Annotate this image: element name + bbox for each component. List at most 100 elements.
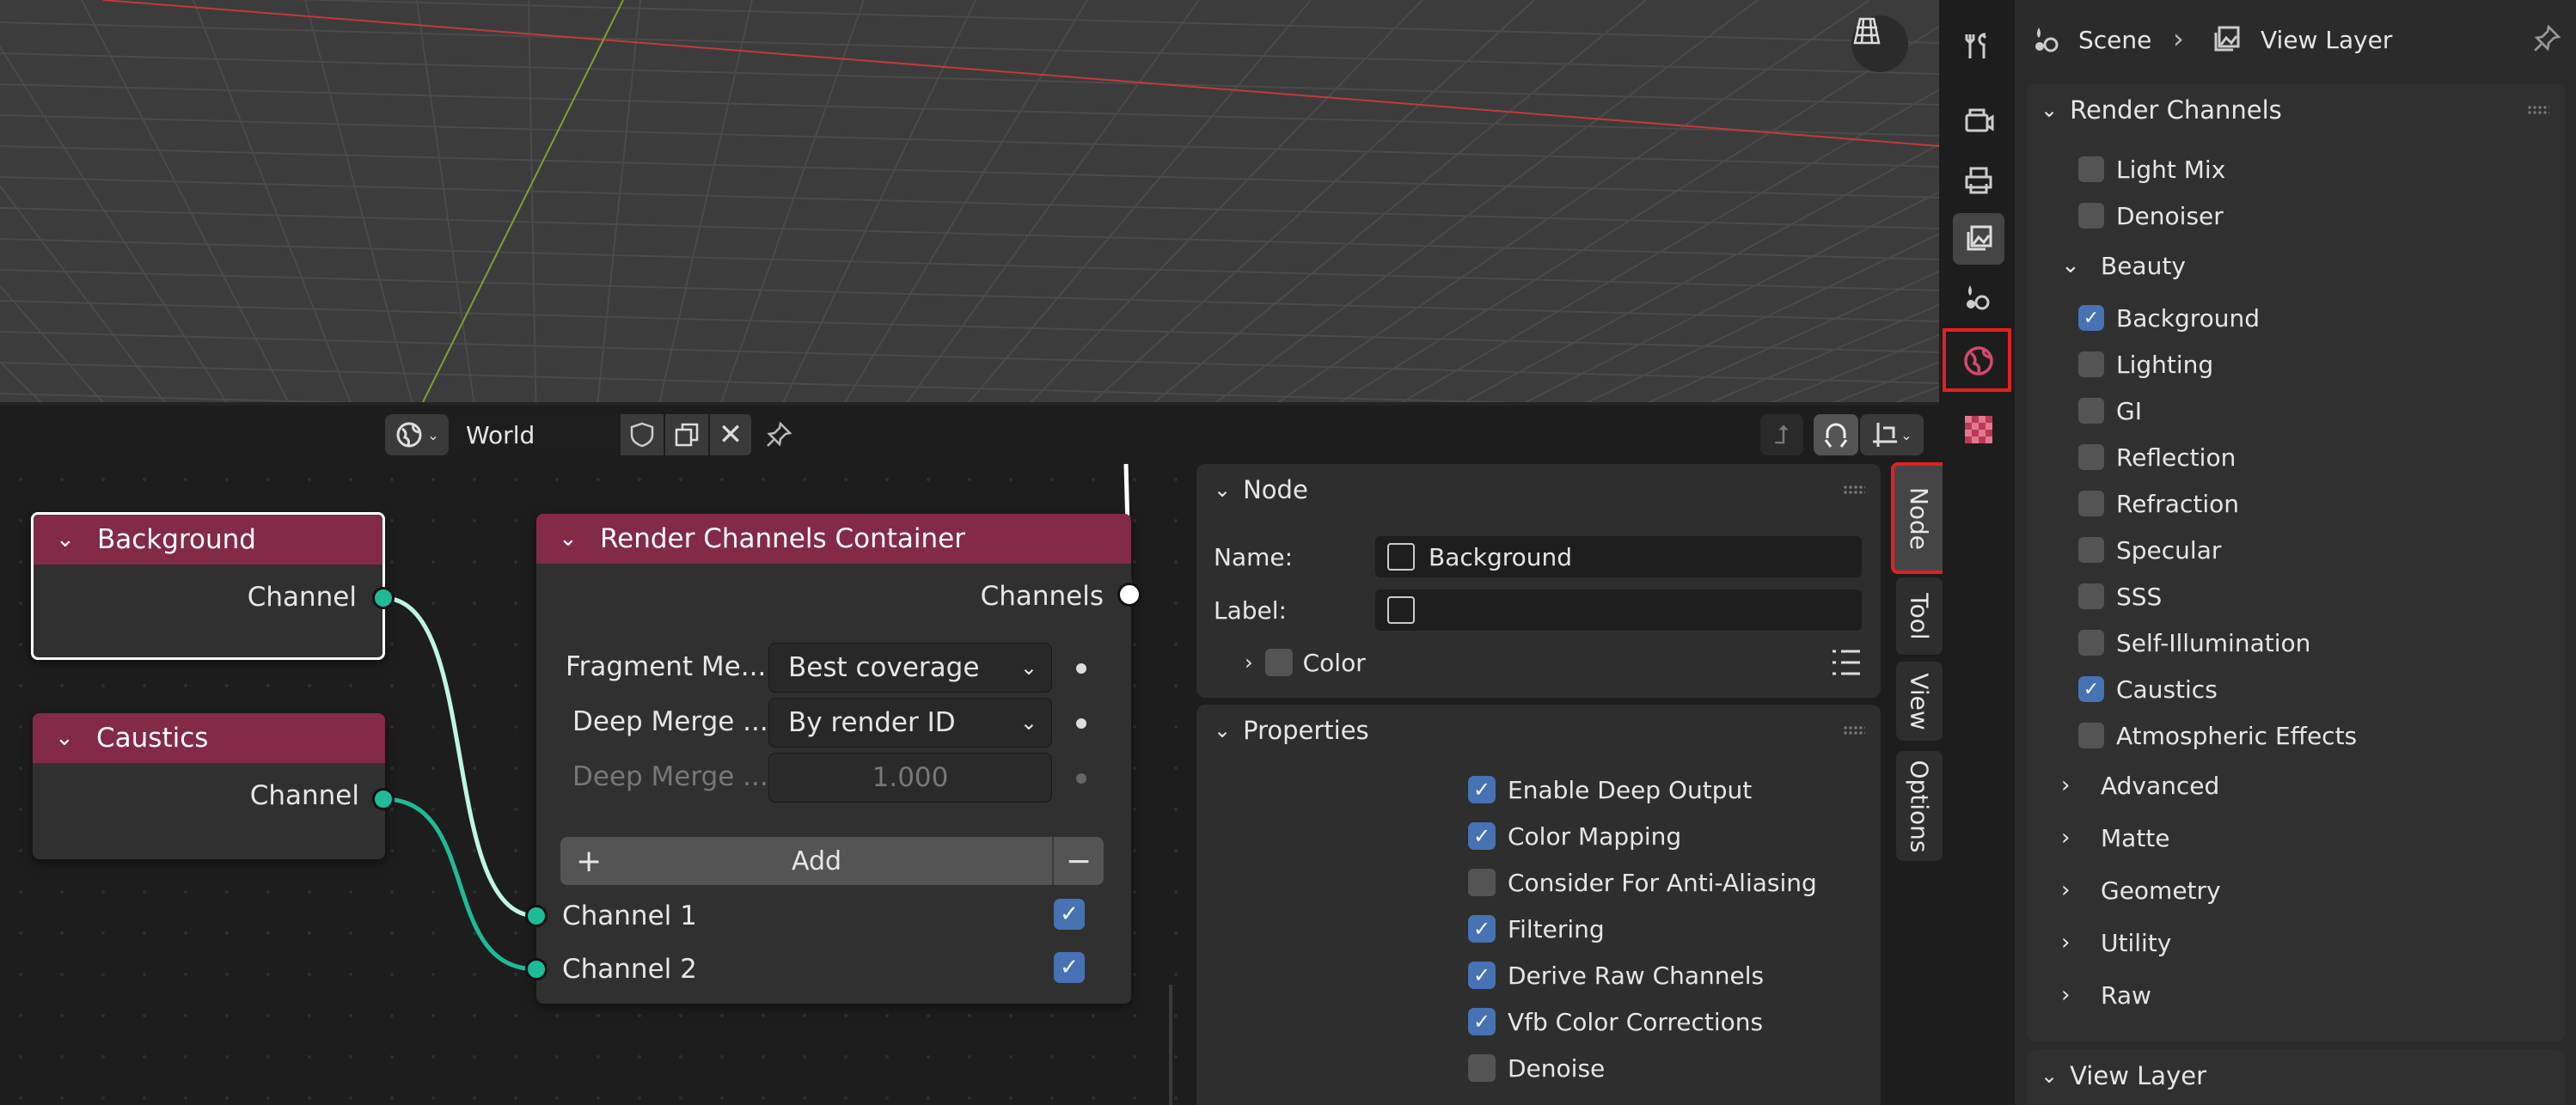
view-layer-tab[interactable] — [1953, 213, 2004, 265]
property-option[interactable]: ✓ Vfb Color Corrections — [1468, 998, 1763, 1045]
render-tab[interactable] — [1953, 95, 2004, 146]
channel-group-header[interactable]: › Advanced — [2061, 762, 2219, 809]
render-channel-item[interactable]: Lighting — [2078, 341, 2213, 388]
channel-group-header[interactable]: › Utility — [2061, 919, 2171, 966]
drag-grip-icon[interactable] — [1843, 485, 1865, 495]
option-checkbox[interactable]: ✓ — [1468, 1008, 1496, 1035]
property-option[interactable]: ✓ Filtering — [1468, 906, 1605, 952]
render-channel-item[interactable]: Self-Illumination — [2078, 620, 2310, 666]
channel-checkbox[interactable]: ✓ — [2078, 305, 2104, 331]
render-channel-item[interactable]: Specular — [2078, 527, 2221, 573]
drag-grip-icon[interactable] — [2527, 105, 2549, 115]
channel-group-header[interactable]: › Geometry — [2061, 867, 2221, 913]
scene-tab[interactable] — [1953, 272, 2004, 323]
world-tab-highlight[interactable] — [1943, 328, 2011, 392]
background-output-socket[interactable] — [372, 587, 395, 609]
channel-checkbox[interactable] — [2078, 583, 2104, 609]
channel-group-header[interactable]: › Matte — [2061, 815, 2170, 861]
fragment-merge-dropdown[interactable]: Best coverage ⌄ — [768, 643, 1052, 693]
node-name-field[interactable]: Background — [1375, 536, 1862, 577]
option-checkbox[interactable] — [1468, 869, 1496, 896]
option-checkbox[interactable]: ✓ — [1468, 776, 1496, 803]
channel-checkbox[interactable] — [2078, 156, 2104, 182]
deep-merge-coefficient-field[interactable]: 1.000 — [768, 753, 1052, 803]
color-toggle-checkbox[interactable] — [1264, 649, 1293, 676]
render-channel-item[interactable]: Refraction — [2078, 480, 2239, 527]
3d-viewport[interactable] — [0, 0, 1939, 406]
channel-checkbox[interactable] — [2078, 491, 2104, 516]
channel-checkbox[interactable] — [2078, 398, 2104, 424]
tool-tab[interactable] — [1953, 21, 2004, 72]
channel-checkbox[interactable]: ✓ — [2078, 676, 2104, 702]
snap-target-dropdown[interactable]: ⌄ — [1860, 414, 1924, 455]
channel-label: Caustics — [2116, 675, 2218, 704]
tab-view[interactable]: View — [1896, 662, 1943, 741]
caustics-output-socket[interactable] — [372, 788, 395, 810]
render-channels-container-node[interactable]: ⌄ Render Channels Container Channels Frag… — [536, 514, 1131, 1004]
channel-1-checkbox[interactable]: ✓ — [1054, 899, 1085, 930]
color-subpanel-header[interactable]: › Color — [1245, 639, 1863, 686]
channel-2-checkbox[interactable]: ✓ — [1054, 952, 1085, 983]
view-layer-header[interactable]: ⌄ View Layer — [2027, 1050, 2565, 1102]
remove-channel-button[interactable]: − — [1052, 837, 1104, 885]
option-checkbox[interactable]: ✓ — [1468, 962, 1496, 989]
background-node[interactable]: ⌄ Background Channel — [31, 512, 385, 660]
channel-label: Light Mix — [2116, 155, 2226, 184]
property-option[interactable]: Consider For Anti-Aliasing — [1468, 859, 1817, 906]
add-channel-button[interactable]: + Add — [560, 837, 1073, 885]
node-header[interactable]: ⌄ Caustics — [33, 713, 385, 763]
channel-1-input-socket[interactable] — [525, 905, 548, 927]
node-header[interactable]: ⌄ Background — [34, 515, 382, 565]
deep-merge-mode-dropdown[interactable]: By render ID ⌄ — [768, 698, 1052, 748]
tab-options[interactable]: Options — [1896, 751, 1943, 861]
property-option[interactable]: ✓ Color Mapping — [1468, 813, 1681, 859]
parent-node-tree-button[interactable]: ⮥ — [1760, 414, 1803, 455]
node-header[interactable]: ⌄ Render Channels Container — [536, 514, 1131, 564]
node-panel-header[interactable]: ⌄ Node — [1196, 464, 1881, 516]
drag-grip-icon[interactable] — [1843, 725, 1865, 736]
pin-icon[interactable] — [2532, 24, 2561, 53]
beauty-subpanel-header[interactable]: ⌄ Beauty — [2061, 242, 2186, 289]
channels-output-socket[interactable] — [1117, 583, 1141, 607]
hidden-socket-dot[interactable] — [1076, 773, 1086, 784]
channel-checkbox[interactable] — [2078, 444, 2104, 470]
tab-node[interactable]: Node — [1891, 462, 1948, 574]
render-channel-item[interactable]: ✓ Caustics — [2078, 666, 2218, 712]
snapping-toggle[interactable] — [1814, 414, 1858, 455]
channel-checkbox[interactable] — [2078, 203, 2104, 229]
world-tab[interactable] — [1955, 339, 2003, 383]
render-channel-item[interactable]: SSS — [2078, 573, 2162, 620]
minus-icon: − — [1065, 843, 1092, 879]
toggle-camera-view-button[interactable] — [1851, 15, 1908, 72]
texture-tab[interactable] — [1953, 404, 2004, 455]
option-checkbox[interactable] — [1468, 1054, 1496, 1082]
channel-checkbox[interactable] — [2078, 630, 2104, 656]
render-channel-item[interactable]: Atmospheric Effects — [2078, 712, 2357, 759]
channel-2-input-socket[interactable] — [525, 958, 548, 980]
presets-list-icon[interactable] — [1829, 648, 1863, 677]
tab-tool[interactable]: Tool — [1896, 577, 1943, 655]
channel-checkbox[interactable] — [2078, 351, 2104, 377]
render-channels-header[interactable]: ⌄ Render Channels — [2027, 84, 2565, 136]
option-checkbox[interactable]: ✓ — [1468, 915, 1496, 943]
channel-checkbox[interactable] — [2078, 723, 2104, 748]
node-label-field[interactable] — [1375, 589, 1862, 631]
render-channel-item[interactable]: Light Mix — [2078, 146, 2225, 192]
channel-checkbox[interactable] — [2078, 537, 2104, 563]
property-option[interactable]: Denoise — [1468, 1045, 1605, 1091]
render-channel-item[interactable]: Reflection — [2078, 434, 2236, 480]
channel-group-header[interactable]: › Raw — [2061, 972, 2151, 1018]
channel-label: Atmospheric Effects — [2116, 721, 2358, 750]
property-option[interactable]: ✓ Derive Raw Channels — [1468, 952, 1764, 998]
hidden-socket-dot[interactable] — [1076, 718, 1086, 729]
render-channel-item[interactable]: ✓ Background — [2078, 295, 2260, 341]
scene-icon — [1967, 285, 1990, 310]
caustics-node[interactable]: ⌄ Caustics Channel — [33, 713, 385, 859]
render-channel-item[interactable]: GI — [2078, 388, 2142, 434]
hidden-socket-dot[interactable] — [1076, 663, 1086, 674]
render-channel-item[interactable]: Denoiser — [2078, 192, 2224, 239]
properties-panel-header[interactable]: ⌄ Properties — [1196, 705, 1881, 756]
property-option[interactable]: ✓ Enable Deep Output — [1468, 766, 1752, 813]
output-tab[interactable] — [1953, 155, 2004, 206]
option-checkbox[interactable]: ✓ — [1468, 822, 1496, 850]
